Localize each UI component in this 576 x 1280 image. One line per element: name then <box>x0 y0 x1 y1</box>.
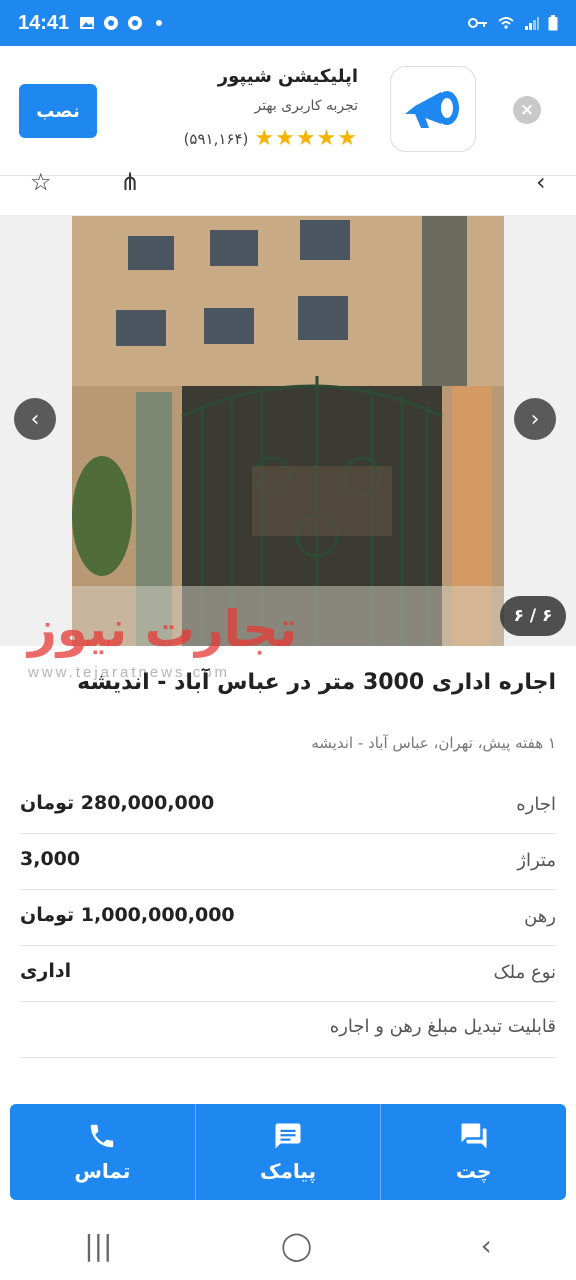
chat-button[interactable]: چت <box>380 1104 566 1200</box>
info-value: اداری <box>20 960 72 982</box>
rating-count: (۵۹۱,۱۶۴) <box>183 129 249 148</box>
status-bar: 14:41 <box>0 0 576 46</box>
chrome-icon <box>104 16 119 30</box>
back-nav-icon[interactable]: ‹ <box>481 1229 492 1262</box>
chrome-icon <box>128 16 143 30</box>
listing-info-table: اجاره 280,000,000 تومان متراژ 3,000 رهن … <box>20 778 556 1058</box>
recents-icon[interactable]: ||| <box>84 1229 112 1262</box>
contact-action-bar: تماس پیامک چت <box>10 1104 566 1200</box>
gallery-next-button[interactable]: › <box>514 398 556 440</box>
bookmark-icon[interactable]: ☆ <box>30 168 52 196</box>
gallery-prev-button[interactable]: ‹ <box>14 398 56 440</box>
phone-icon <box>91 1124 114 1148</box>
chevron-left-icon: ‹ <box>30 406 40 432</box>
chat-label: چت <box>455 1159 492 1183</box>
wifi-icon <box>498 17 514 29</box>
chevron-right-icon: › <box>530 406 540 432</box>
signal-icon <box>525 17 539 30</box>
listing-photo[interactable] <box>72 216 504 646</box>
home-icon[interactable]: ◯ <box>281 1229 312 1262</box>
info-label: اجاره <box>516 794 556 815</box>
battery-icon <box>548 15 558 31</box>
horn-icon <box>405 91 459 128</box>
app-icon[interactable] <box>390 66 476 152</box>
status-left-icons <box>79 15 167 31</box>
call-label: تماس <box>74 1159 131 1183</box>
info-value: 280,000,000 تومان <box>20 792 215 814</box>
system-nav-bar: ||| ◯ ‹ <box>0 1210 576 1280</box>
status-time: 14:41 <box>18 11 70 34</box>
close-icon[interactable]: × <box>513 96 541 124</box>
convertible-note: قابلیت تبدیل مبلغ رهن و اجاره <box>329 1016 556 1037</box>
info-value: 3,000 <box>20 848 81 870</box>
chat-icon <box>461 1123 487 1149</box>
key-icon <box>468 18 487 28</box>
info-value: 1,000,000,000 تومان <box>20 904 235 926</box>
image-icon <box>80 17 95 29</box>
info-row-deposit: رهن 1,000,000,000 تومان <box>20 890 556 946</box>
info-label: نوع ملک <box>493 962 556 983</box>
info-row-property-type: نوع ملک اداری <box>20 946 556 1002</box>
watermark-logo: تجارت نیوز <box>28 600 298 658</box>
app-rating: (۵۹۱,۱۶۴) ★★★★★ <box>184 126 358 151</box>
call-button[interactable]: تماس <box>10 1104 195 1200</box>
app-tagline: تجربه کاربری بهتر <box>254 98 358 114</box>
image-counter: ۶ / ۶ <box>500 596 566 636</box>
info-label: متراژ <box>517 850 556 871</box>
back-icon[interactable]: ‹ <box>536 168 546 196</box>
app-install-banner: نصب اپلیکیشن شیپور تجربه کاربری بهتر (۵۹… <box>0 46 576 176</box>
toolbar: ☆ ⋔ ‹ <box>0 168 576 216</box>
building-gate-image <box>72 216 504 646</box>
sms-label: پیامک <box>259 1159 317 1183</box>
info-row-rent: اجاره 280,000,000 تومان <box>20 778 556 834</box>
share-icon[interactable]: ⋔ <box>120 168 140 196</box>
rating-stars: ★★★★★ <box>254 126 358 151</box>
sms-button[interactable]: پیامک <box>194 1104 381 1200</box>
install-button[interactable]: نصب <box>19 84 97 138</box>
info-row-note: قابلیت تبدیل مبلغ رهن و اجاره <box>20 1002 556 1058</box>
listing-title: اجاره اداری 3000 متر در عباس آباد - اندی… <box>77 670 556 695</box>
app-name: اپلیکیشن شیپور <box>217 66 358 87</box>
status-right-icons <box>468 15 558 31</box>
message-icon <box>275 1123 301 1149</box>
info-row-area: متراژ 3,000 <box>20 834 556 890</box>
dot-icon <box>156 20 163 26</box>
listing-meta: ۱ هفته پیش، تهران، عباس آباد - اندیشه <box>311 734 556 752</box>
info-label: رهن <box>524 906 556 927</box>
image-gallery[interactable]: ‹ › ۶ / ۶ <box>0 216 576 646</box>
